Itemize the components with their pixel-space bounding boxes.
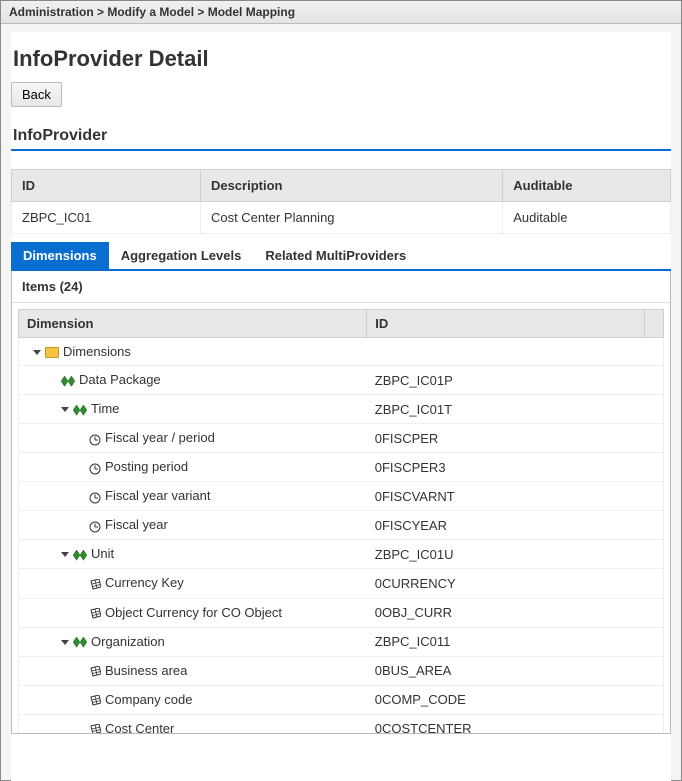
items-count-label: Items (24) bbox=[12, 271, 670, 303]
tree-row[interactable]: Data Package ZBPC_IC01P bbox=[19, 366, 663, 395]
cell-description: Cost Center Planning bbox=[200, 202, 502, 234]
tree-row[interactable]: Posting period 0FISCPER3 bbox=[19, 453, 663, 482]
expand-toggle-icon[interactable] bbox=[61, 407, 69, 412]
tree-label: Cost Center bbox=[105, 721, 174, 733]
clock-icon bbox=[89, 460, 101, 475]
tree-id: 0FISCPER bbox=[367, 424, 663, 453]
expand-toggle-icon[interactable] bbox=[61, 640, 69, 645]
col-id: ID bbox=[12, 170, 201, 202]
tree-id: 0COSTCENTER bbox=[367, 714, 663, 733]
characteristic-icon bbox=[89, 606, 101, 621]
dimension-icon bbox=[73, 402, 87, 417]
col-dimension: Dimension bbox=[19, 310, 367, 338]
tree-id: 0OBJ_CURR bbox=[367, 598, 663, 627]
tree-row[interactable]: Fiscal year 0FISCYEAR bbox=[19, 511, 663, 540]
tree-scroll[interactable]: Dimensions Data Package ZBPC_IC01P Time ZBPC… bbox=[18, 338, 664, 733]
tree-row[interactable]: Organization ZBPC_IC011 bbox=[19, 627, 663, 656]
tab-aggregation-levels[interactable]: Aggregation Levels bbox=[109, 242, 254, 269]
tree-row-root[interactable]: Dimensions bbox=[19, 338, 663, 366]
tab-dimensions[interactable]: Dimensions bbox=[11, 242, 109, 269]
tree-row[interactable]: Company code 0COMP_CODE bbox=[19, 685, 663, 714]
tree-row[interactable]: Fiscal year / period 0FISCPER bbox=[19, 424, 663, 453]
tree-id: 0FISCYEAR bbox=[367, 511, 663, 540]
col-spacer bbox=[644, 310, 663, 338]
cell-auditable: Auditable bbox=[503, 202, 671, 234]
tree-id: ZBPC_IC01T bbox=[367, 395, 663, 424]
expand-toggle-icon[interactable] bbox=[61, 552, 69, 557]
tree-id: 0FISCPER3 bbox=[367, 453, 663, 482]
tree-row[interactable]: Business area 0BUS_AREA bbox=[19, 656, 663, 685]
tree-label: Company code bbox=[105, 692, 192, 707]
tab-related-multiproviders[interactable]: Related MultiProviders bbox=[253, 242, 418, 269]
page-title: InfoProvider Detail bbox=[11, 32, 671, 82]
tree-label: Data Package bbox=[79, 372, 161, 387]
tree-row[interactable]: Object Currency for CO Object 0OBJ_CURR bbox=[19, 598, 663, 627]
table-row[interactable]: ZBPC_IC01 Cost Center Planning Auditable bbox=[12, 202, 671, 234]
tree-row[interactable]: Fiscal year variant 0FISCVARNT bbox=[19, 482, 663, 511]
col-id: ID bbox=[367, 310, 644, 338]
breadcrumb: Administration > Modify a Model > Model … bbox=[1, 1, 681, 24]
tree-row[interactable]: Unit ZBPC_IC01U bbox=[19, 540, 663, 569]
dimensions-panel: Items (24) Dimension ID Dimensions Data P… bbox=[11, 271, 671, 734]
section-title-infoprovider: InfoProvider bbox=[11, 127, 671, 151]
tree-row[interactable]: Cost Center 0COSTCENTER bbox=[19, 714, 663, 733]
tree-row[interactable]: Time ZBPC_IC01T bbox=[19, 395, 663, 424]
characteristic-icon bbox=[89, 722, 101, 733]
clock-icon bbox=[89, 431, 101, 446]
clock-icon bbox=[89, 518, 101, 533]
tree-label: Fiscal year bbox=[105, 517, 168, 532]
characteristic-icon bbox=[89, 577, 101, 592]
tree-id: 0CURRENCY bbox=[367, 569, 663, 598]
breadcrumb-item[interactable]: Model Mapping bbox=[208, 5, 295, 19]
tree-id: ZBPC_IC01P bbox=[367, 366, 663, 395]
tree-id: ZBPC_IC01U bbox=[367, 540, 663, 569]
tree-label: Time bbox=[91, 401, 119, 416]
col-auditable: Auditable bbox=[503, 170, 671, 202]
tab-strip: Dimensions Aggregation Levels Related Mu… bbox=[11, 242, 671, 271]
clock-icon bbox=[89, 489, 101, 504]
tree-id: ZBPC_IC011 bbox=[367, 627, 663, 656]
tree-id: 0COMP_CODE bbox=[367, 685, 663, 714]
tree-label: Business area bbox=[105, 663, 187, 678]
breadcrumb-sep: > bbox=[194, 5, 208, 19]
tree-label: Dimensions bbox=[63, 344, 131, 359]
dimension-icon bbox=[73, 547, 87, 562]
tree-label: Fiscal year / period bbox=[105, 430, 215, 445]
dimension-icon bbox=[73, 635, 87, 650]
tree-id: 0BUS_AREA bbox=[367, 656, 663, 685]
expand-toggle-icon[interactable] bbox=[33, 350, 41, 355]
tree-row[interactable]: Currency Key 0CURRENCY bbox=[19, 569, 663, 598]
tree-label: Object Currency for CO Object bbox=[105, 605, 282, 620]
tree-label: Posting period bbox=[105, 459, 188, 474]
breadcrumb-item[interactable]: Administration bbox=[9, 5, 94, 19]
folder-icon bbox=[45, 347, 59, 358]
characteristic-icon bbox=[89, 664, 101, 679]
dimension-icon bbox=[61, 373, 75, 388]
tree-label: Currency Key bbox=[105, 575, 184, 590]
info-table: ID Description Auditable ZBPC_IC01 Cost … bbox=[11, 169, 671, 234]
col-description: Description bbox=[200, 170, 502, 202]
breadcrumb-sep: > bbox=[94, 5, 108, 19]
tree-label: Fiscal year variant bbox=[105, 488, 210, 503]
characteristic-icon bbox=[89, 693, 101, 708]
back-button[interactable]: Back bbox=[11, 82, 62, 107]
cell-id: ZBPC_IC01 bbox=[12, 202, 201, 234]
tree-label: Organization bbox=[91, 634, 165, 649]
tree-id: 0FISCVARNT bbox=[367, 482, 663, 511]
tree-label: Unit bbox=[91, 546, 114, 561]
breadcrumb-item[interactable]: Modify a Model bbox=[107, 5, 194, 19]
